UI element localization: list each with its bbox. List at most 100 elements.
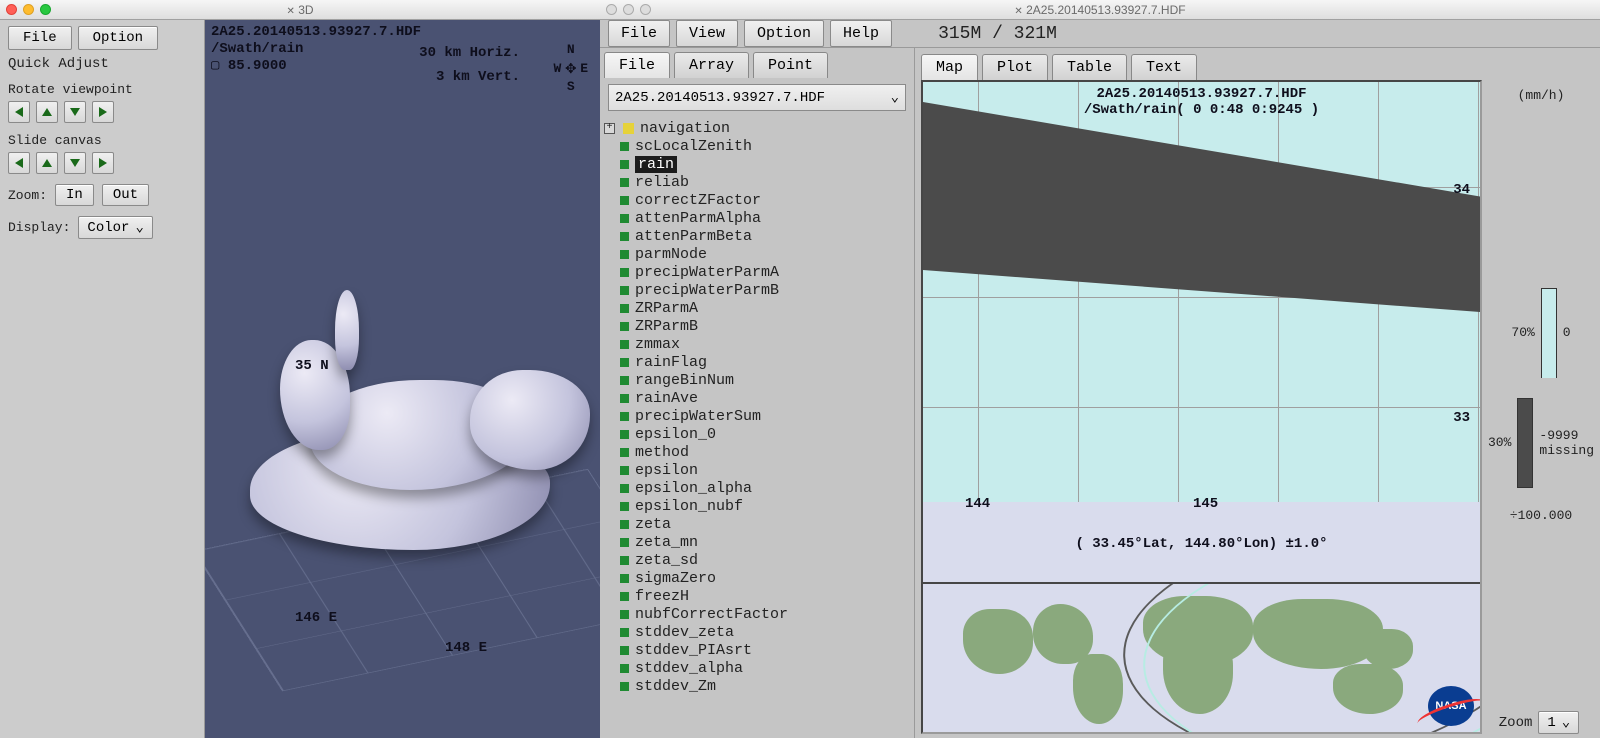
slide-left-button[interactable] [8,152,30,174]
slide-right-button[interactable] [92,152,114,174]
legend-70pct: 70% [1511,325,1534,340]
zoom-value: 1 [1547,715,1555,731]
tree-item[interactable]: epsilon_nubf [620,497,910,515]
dataset-icon [620,430,629,439]
slide-down-button[interactable] [64,152,86,174]
close-icon[interactable] [6,4,17,15]
chevron-down-icon: ⌄ [891,89,899,106]
zoom-icon[interactable] [40,4,51,15]
tree-item[interactable]: sigmaZero [620,569,910,587]
tree-item-navigation[interactable]: +navigation [620,119,910,137]
zoom-out-button[interactable]: Out [102,184,149,206]
menu-view[interactable]: View [676,20,738,47]
zoom-icon[interactable] [640,4,651,15]
tab-plot[interactable]: Plot [982,54,1048,80]
display-select[interactable]: Color ⌄ [78,216,152,239]
title-3d: 3D [298,3,313,17]
dataset-icon [620,268,629,277]
tree-item[interactable]: epsilon_0 [620,425,910,443]
iso-surface [240,300,580,560]
world-map[interactable]: NASA [923,582,1480,732]
tree-item[interactable]: method [620,443,910,461]
map-status: ( 33.45°Lat, 144.80°Lon) ±1.0° [1075,536,1327,552]
folder-icon [623,123,634,134]
menu-option[interactable]: Option [744,20,824,47]
quick-adjust-label: Quick Adjust [8,56,196,72]
map-area[interactable]: 2A25.20140513.93927.7.HDF /Swath/rain( 0… [923,82,1480,582]
dataset-icon [620,358,629,367]
dataset-icon [620,142,629,151]
menu-file[interactable]: File [608,20,670,47]
tree-item[interactable]: zmmax [620,335,910,353]
tree-item[interactable]: rain [620,155,910,173]
file-menu[interactable]: File [8,26,72,50]
coord-146e: 146 E [295,610,337,626]
tree-item[interactable]: attenParmAlpha [620,209,910,227]
tree-item[interactable]: precipWaterParmA [620,263,910,281]
tree-item[interactable]: stddev_Zm [620,677,910,695]
tree-item[interactable]: ZRParmA [620,299,910,317]
tree-item[interactable]: rangeBinNum [620,371,910,389]
legend-missing-text: missing [1539,443,1594,458]
option-menu[interactable]: Option [78,26,158,50]
chevron-down-icon: ⌄ [1562,714,1570,731]
dataset-icon [620,592,629,601]
dataset-icon [620,628,629,637]
tree-column: File Array Point 2A25.20140513.93927.7.H… [600,48,915,738]
coord-148e: 148 E [445,640,487,656]
minimize-icon[interactable] [23,4,34,15]
tab-text[interactable]: Text [1131,54,1197,80]
tree-item[interactable]: freezH [620,587,910,605]
zoom-select[interactable]: 1 ⌄ [1538,711,1579,734]
tree-item[interactable]: epsilon [620,461,910,479]
rotate-down-button[interactable] [64,101,86,123]
slide-up-button[interactable] [36,152,58,174]
tab-map[interactable]: Map [921,54,978,80]
dataset-icon [620,214,629,223]
zoom-in-button[interactable]: In [55,184,94,206]
tree-item[interactable]: parmNode [620,245,910,263]
close-icon[interactable] [606,4,617,15]
tree-item[interactable]: stddev_PIAsrt [620,641,910,659]
tree-item[interactable]: precipWaterParmB [620,281,910,299]
rotate-up-button[interactable] [36,101,58,123]
tree-item[interactable]: zeta [620,515,910,533]
tree-item[interactable]: reliab [620,173,910,191]
tree-item[interactable]: correctZFactor [620,191,910,209]
lon-144: 144 [965,496,990,512]
dataset-icon [620,196,629,205]
tree-item[interactable]: zeta_sd [620,551,910,569]
dataset-icon [620,556,629,565]
rotate-right-button[interactable] [92,101,114,123]
canvas-3d[interactable]: 2A25.20140513.93927.7.HDF /Swath/rain ▢ … [205,20,600,738]
tree-item[interactable]: precipWaterSum [620,407,910,425]
menu-help[interactable]: Help [830,20,892,47]
tree-item[interactable]: attenParmBeta [620,227,910,245]
dataset-icon [620,376,629,385]
tree-item[interactable]: stddev_alpha [620,659,910,677]
display-value: Color [87,220,129,236]
title-hdf: 2A25.20140513.93927.7.HDF [1026,3,1185,17]
tree-item[interactable]: scLocalZenith [620,137,910,155]
tab-file-tree[interactable]: File [604,52,670,78]
tree-item[interactable]: rainFlag [620,353,910,371]
legend-units: (mm/h) [1518,88,1565,103]
expand-icon[interactable]: + [604,123,615,134]
dropdown-icon: ⌄ [135,219,143,236]
tab-point-tree[interactable]: Point [753,52,828,78]
titlebar-hdf[interactable]: ✕ 2A25.20140513.93927.7.HDF [600,0,1600,20]
titlebar-3d[interactable]: ✕ 3D [0,0,600,20]
tree-item[interactable]: stddev_zeta [620,623,910,641]
tree-item[interactable]: ZRParmB [620,317,910,335]
dataset-tree[interactable]: +navigationscLocalZenithrainreliabcorrec… [600,117,914,738]
minimize-icon[interactable] [623,4,634,15]
tab-array-tree[interactable]: Array [674,52,749,78]
file-dropdown[interactable]: 2A25.20140513.93927.7.HDF ⌄ [608,84,906,111]
tree-item[interactable]: nubfCorrectFactor [620,605,910,623]
tree-item[interactable]: rainAve [620,389,910,407]
arrow-right-icon [99,107,107,117]
tree-item[interactable]: zeta_mn [620,533,910,551]
rotate-left-button[interactable] [8,101,30,123]
tree-item[interactable]: epsilon_alpha [620,479,910,497]
tab-table[interactable]: Table [1052,54,1127,80]
